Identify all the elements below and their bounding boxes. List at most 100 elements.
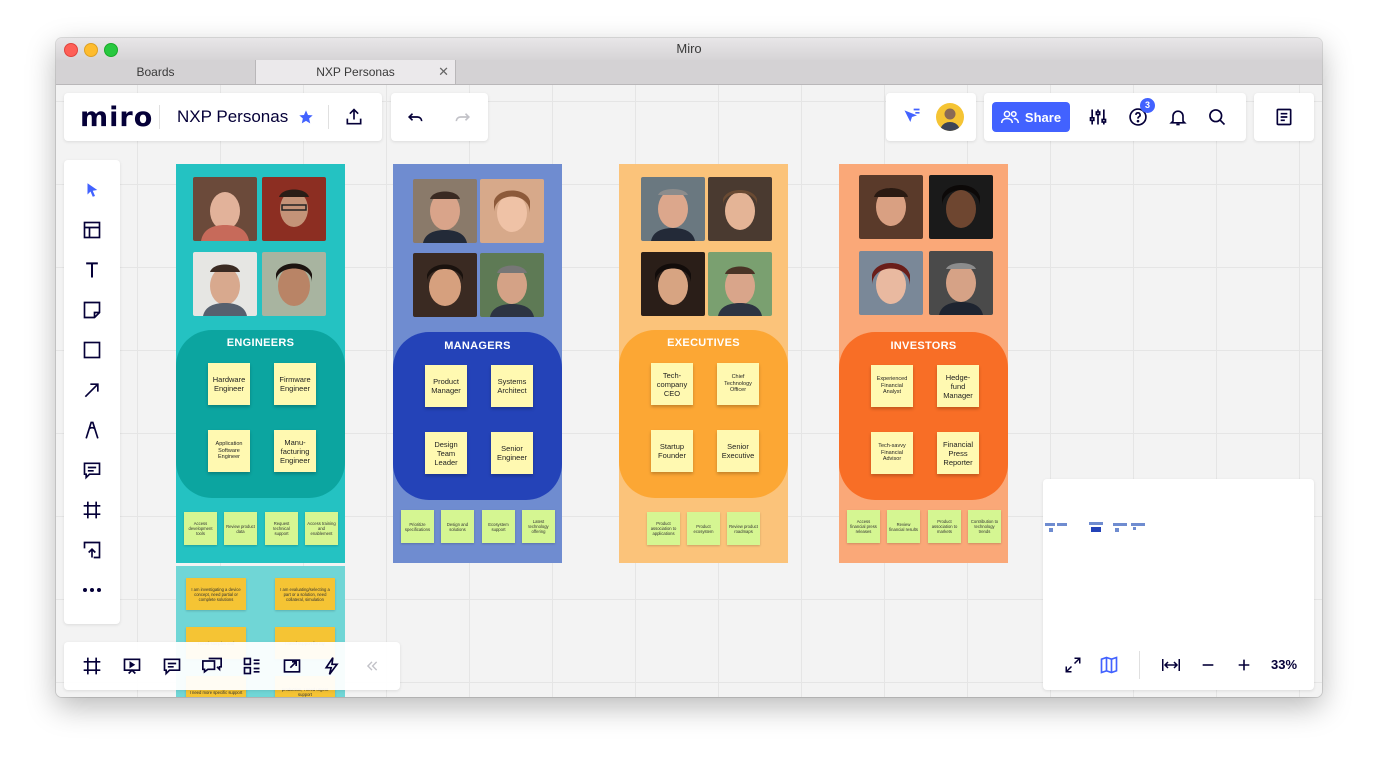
persona-column-managers[interactable]: MANAGERS Product Manager Systems Archite… — [393, 164, 562, 563]
persona-photo[interactable] — [929, 251, 993, 315]
search-icon[interactable] — [1203, 103, 1231, 131]
persona-group-box[interactable] — [176, 330, 345, 498]
board-canvas[interactable]: miro NXP Personas Share 3 ENGINEERS Hard… — [56, 85, 1322, 697]
sticky-note[interactable]: Product ecosystem — [687, 512, 720, 545]
sticky-note[interactable]: Tech-savvy Financial Advisor — [871, 432, 913, 474]
sticky-note[interactable]: Experienced Financial Analyst — [871, 365, 913, 407]
comments-icon[interactable] — [158, 652, 186, 680]
sticky-note[interactable]: Manu-facturing Engineer — [274, 430, 316, 472]
persona-photo[interactable] — [708, 252, 772, 316]
share-button[interactable]: Share — [992, 102, 1070, 132]
persona-photo[interactable] — [859, 175, 923, 239]
cursor-icon[interactable] — [898, 103, 926, 131]
bell-icon[interactable] — [1164, 103, 1192, 131]
persona-photo[interactable] — [641, 252, 705, 316]
persona-photo[interactable] — [480, 253, 544, 317]
presentation-icon[interactable] — [118, 652, 146, 680]
sticky-note[interactable]: Access development tools — [184, 512, 217, 545]
sticky-note[interactable]: Firmware Engineer — [274, 363, 316, 405]
sticky-note[interactable]: Chief Technology Officer — [717, 363, 759, 405]
sticky-note[interactable]: Senior Executive — [717, 430, 759, 472]
sticky-note[interactable]: Design Team Leader — [425, 432, 467, 474]
miro-logo[interactable]: miro — [80, 102, 153, 133]
tab-boards[interactable]: Boards — [56, 60, 256, 84]
screen-share-icon[interactable] — [278, 652, 306, 680]
chat-icon[interactable] — [198, 652, 226, 680]
sticky-note[interactable]: Hedge-fund Manager — [937, 365, 979, 407]
sticky-note[interactable]: I am evaluating/selecting a part or a so… — [275, 578, 335, 610]
close-window-button[interactable] — [64, 43, 78, 57]
zoom-level[interactable]: 33% — [1271, 657, 1297, 672]
persona-photo[interactable] — [413, 253, 477, 317]
star-icon[interactable] — [292, 103, 320, 131]
sticky-note[interactable]: Tech-company CEO — [651, 363, 693, 405]
fit-width-icon[interactable] — [1157, 651, 1185, 679]
persona-group-box[interactable] — [393, 332, 562, 500]
sticky-note[interactable]: Access financial press releases — [847, 510, 880, 543]
pen-tool-icon[interactable] — [78, 416, 106, 444]
sticky-note[interactable]: Systems Architect — [491, 365, 533, 407]
sticky-note[interactable]: Financial Press Reporter — [937, 432, 979, 474]
sticky-note[interactable]: Design and solutions — [441, 510, 474, 543]
tab-nxp-personas[interactable]: NXP Personas ✕ — [256, 60, 456, 84]
lightning-icon[interactable] — [318, 652, 346, 680]
persona-photo[interactable] — [413, 179, 477, 243]
persona-photo[interactable] — [193, 252, 257, 316]
document-icon[interactable] — [1270, 103, 1298, 131]
sticky-note[interactable]: Review product roadmaps — [727, 512, 760, 545]
frames-icon[interactable] — [78, 652, 106, 680]
sticky-note-icon[interactable] — [78, 296, 106, 324]
arrow-tool-icon[interactable] — [78, 376, 106, 404]
persona-group-box[interactable] — [839, 332, 1008, 500]
persona-photo[interactable] — [859, 251, 923, 315]
map-icon[interactable] — [1095, 651, 1123, 679]
sticky-note[interactable]: Product association to markets — [928, 510, 961, 543]
sticky-note[interactable]: Prioritize specifications — [401, 510, 434, 543]
close-tab-icon[interactable]: ✕ — [438, 60, 449, 84]
sticky-note[interactable]: Request technical support — [265, 512, 298, 545]
persona-photo[interactable] — [929, 175, 993, 239]
persona-column-engineers[interactable]: ENGINEERS Hardware Engineer Firmware Eng… — [176, 164, 345, 563]
minimap-preview[interactable] — [1045, 521, 1155, 535]
persona-photo[interactable] — [262, 177, 326, 241]
sticky-note[interactable]: Access training and enablement — [305, 512, 338, 545]
shape-tool-icon[interactable] — [78, 336, 106, 364]
sticky-note[interactable]: Ecosystem support — [482, 510, 515, 543]
persona-photo[interactable] — [262, 252, 326, 316]
persona-group-box[interactable] — [619, 330, 788, 498]
frame-tool-icon[interactable] — [78, 496, 106, 524]
zoom-in-icon[interactable] — [1230, 651, 1258, 679]
sticky-note[interactable]: Product association to applications — [647, 512, 680, 545]
select-tool-icon[interactable] — [78, 176, 106, 204]
persona-photo[interactable] — [708, 177, 772, 241]
cards-icon[interactable] — [238, 652, 266, 680]
sticky-note[interactable]: Latest technology offering — [522, 510, 555, 543]
sticky-note[interactable]: Review product data — [224, 512, 257, 545]
comment-tool-icon[interactable] — [78, 456, 106, 484]
sticky-note[interactable]: Startup Founder — [651, 430, 693, 472]
persona-column-investors[interactable]: INVESTORS Experienced Financial Analyst … — [839, 164, 1008, 563]
redo-icon[interactable] — [449, 103, 477, 131]
sticky-note[interactable]: Contribution to technology trends — [968, 510, 1001, 543]
minimize-window-button[interactable] — [84, 43, 98, 57]
sticky-note[interactable]: I am investigating a device concept, nee… — [186, 578, 246, 610]
sticky-note[interactable]: Application Software Engineer — [208, 430, 250, 472]
sliders-icon[interactable] — [1084, 103, 1112, 131]
sticky-note[interactable]: Hardware Engineer — [208, 363, 250, 405]
sticky-note[interactable]: Product Manager — [425, 365, 467, 407]
persona-photo[interactable] — [193, 177, 257, 241]
more-tools-icon[interactable] — [78, 576, 106, 604]
upload-icon[interactable] — [340, 103, 368, 131]
sticky-note[interactable]: Senior Engineer — [491, 432, 533, 474]
undo-icon[interactable] — [401, 103, 429, 131]
sticky-note[interactable]: Review financial results — [887, 510, 920, 543]
upload-tool-icon[interactable] — [78, 536, 106, 564]
templates-icon[interactable] — [78, 216, 106, 244]
maximize-window-button[interactable] — [104, 43, 118, 57]
persona-column-executives[interactable]: EXECUTIVES Tech-company CEO Chief Techno… — [619, 164, 788, 563]
avatar[interactable] — [936, 103, 964, 131]
zoom-out-icon[interactable] — [1194, 651, 1222, 679]
text-tool-icon[interactable] — [78, 256, 106, 284]
persona-photo[interactable] — [480, 179, 544, 243]
persona-photo[interactable] — [641, 177, 705, 241]
